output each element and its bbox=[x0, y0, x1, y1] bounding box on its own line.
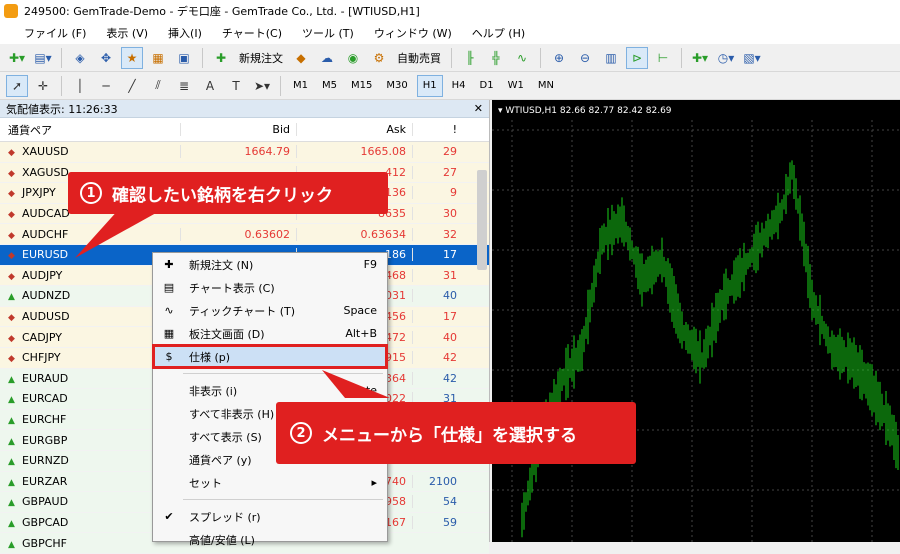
callout-step-1: 1 確認したい銘柄を右クリック bbox=[68, 172, 388, 214]
callout-2-pointer bbox=[322, 370, 390, 398]
step-2-number: 2 bbox=[290, 422, 312, 444]
step-1-text: 確認したい銘柄を右クリック bbox=[112, 185, 333, 206]
step-2-text: メニューから「仕様」を選択する bbox=[322, 425, 577, 446]
callout-step-2: 2 メニューから「仕様」を選択する bbox=[276, 402, 636, 464]
callout-1-pointer bbox=[75, 208, 165, 258]
step-1-number: 1 bbox=[80, 182, 102, 204]
